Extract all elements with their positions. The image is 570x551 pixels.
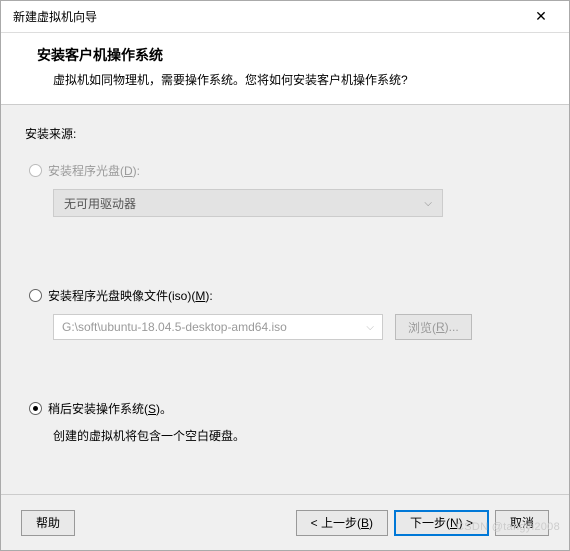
back-button[interactable]: < 上一步(B) [296, 510, 388, 536]
browse-button[interactable]: 浏览(R)... [395, 314, 472, 340]
radio-iso[interactable]: 安装程序光盘映像文件(iso)(M): [29, 287, 545, 304]
titlebar: 新建虚拟机向导 ✕ [1, 1, 569, 33]
disc-dropdown-value: 无可用驱动器 [64, 195, 136, 212]
radio-icon [29, 402, 42, 415]
radio-icon [29, 164, 42, 177]
chevron-down-icon: ⌵ [366, 322, 374, 333]
option-disc: 安装程序光盘(D): 无可用驱动器 ⌵ [25, 158, 545, 217]
window-title: 新建虚拟机向导 [13, 8, 97, 25]
next-button[interactable]: 下一步(N) > [394, 510, 489, 536]
close-button[interactable]: ✕ [521, 3, 561, 31]
page-title: 安装客户机操作系统 [37, 45, 545, 65]
source-label: 安装来源: [25, 125, 545, 142]
radio-later[interactable]: 稍后安装操作系统(S)。 [29, 400, 545, 417]
option-iso: 安装程序光盘映像文件(iso)(M): G:\soft\ubuntu-18.04… [25, 283, 545, 340]
wizard-content: 安装来源: 安装程序光盘(D): 无可用驱动器 ⌵ 安装程序光盘映像文件(iso… [1, 105, 569, 494]
later-description: 创建的虚拟机将包含一个空白硬盘。 [53, 427, 545, 444]
page-subtitle: 虚拟机如同物理机，需要操作系统。您将如何安装客户机操作系统? [53, 71, 545, 88]
radio-later-label: 稍后安装操作系统(S)。 [48, 400, 172, 417]
radio-disc-label: 安装程序光盘(D): [48, 162, 140, 179]
iso-path-value: G:\soft\ubuntu-18.04.5-desktop-amd64.iso [62, 320, 287, 334]
option-later: 稍后安装操作系统(S)。 创建的虚拟机将包含一个空白硬盘。 [25, 396, 545, 444]
wizard-footer: 帮助 < 上一步(B) 下一步(N) > 取消 [1, 494, 569, 550]
disc-dropdown[interactable]: 无可用驱动器 ⌵ [53, 189, 443, 217]
iso-path-input[interactable]: G:\soft\ubuntu-18.04.5-desktop-amd64.iso… [53, 314, 383, 340]
help-button[interactable]: 帮助 [21, 510, 75, 536]
wizard-header: 安装客户机操作系统 虚拟机如同物理机，需要操作系统。您将如何安装客户机操作系统? [1, 33, 569, 105]
chevron-down-icon: ⌵ [424, 198, 432, 209]
wizard-window: 新建虚拟机向导 ✕ 安装客户机操作系统 虚拟机如同物理机，需要操作系统。您将如何… [0, 0, 570, 551]
radio-iso-label: 安装程序光盘映像文件(iso)(M): [48, 287, 213, 304]
cancel-button[interactable]: 取消 [495, 510, 549, 536]
iso-row: G:\soft\ubuntu-18.04.5-desktop-amd64.iso… [53, 314, 545, 340]
close-icon: ✕ [535, 8, 547, 25]
radio-icon [29, 289, 42, 302]
radio-disc[interactable]: 安装程序光盘(D): [29, 162, 545, 179]
